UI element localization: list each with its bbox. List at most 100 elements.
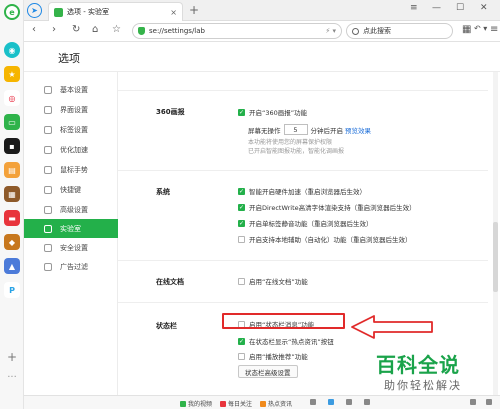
menu-icon[interactable]: ≡ <box>410 3 418 13</box>
option-360-enable[interactable]: ✓ 开启“360画报”功能 <box>238 107 307 117</box>
more-apps-icon[interactable]: ··· <box>4 372 20 383</box>
status-icon-2[interactable] <box>328 399 336 405</box>
status-icon-5[interactable] <box>470 399 478 405</box>
status-icon-1[interactable] <box>310 399 318 405</box>
status-icon <box>310 399 316 405</box>
search-input[interactable]: 点此搜索 <box>346 23 453 39</box>
bookmark-star-icon[interactable]: ☆ <box>112 24 121 35</box>
app-icon-8[interactable]: ◆ <box>4 234 20 250</box>
minimize-button[interactable]: — <box>432 3 441 13</box>
forward-button[interactable]: › <box>52 24 56 35</box>
checkbox-unchecked[interactable] <box>238 235 245 243</box>
nav-item-advanced[interactable]: 高级设置 <box>24 200 118 219</box>
checkbox-checked[interactable]: ✓ <box>238 219 245 227</box>
status-icon-4[interactable] <box>364 399 372 405</box>
nav-item-lab[interactable]: 实验室 <box>24 219 118 238</box>
weibo-icon[interactable]: ◎ <box>4 90 20 106</box>
security-icon <box>44 243 52 252</box>
checkbox-checked[interactable]: ✓ <box>238 337 245 345</box>
scrollbar[interactable] <box>493 72 498 395</box>
url-text: se://settings/lab <box>149 27 205 35</box>
address-bar[interactable]: se://settings/lab ⚡ ▾ <box>132 23 342 39</box>
status-hot-news[interactable]: 热点资讯 <box>260 399 292 408</box>
checkbox-checked[interactable]: ✓ <box>238 108 245 116</box>
app-icon-7[interactable]: ▬ <box>4 210 20 226</box>
close-tab-icon[interactable]: × <box>170 8 177 17</box>
statusbar-advanced-button[interactable]: 状态栏高级设置 <box>238 365 298 378</box>
settings-header: 选项 <box>24 42 500 72</box>
section-title: 360画报 <box>156 108 185 116</box>
status-icon <box>470 399 476 405</box>
nav-item-adfilter[interactable]: 广告过滤 <box>24 257 118 276</box>
option-label: 在状态栏显示“热点资讯”按钮 <box>249 338 334 346</box>
security-shield-icon <box>138 27 145 35</box>
hot-news-icon <box>260 400 266 407</box>
daily-icon <box>220 400 226 407</box>
home-button[interactable]: ⌂ <box>92 24 98 35</box>
status-icon <box>346 399 352 405</box>
refresh-button[interactable]: ↻ <box>72 24 80 35</box>
tab-options-lab[interactable]: 选项 - 实验室 × <box>48 2 183 21</box>
app-icon-1[interactable]: ◉ <box>4 42 20 58</box>
status-icon-3[interactable] <box>346 399 354 405</box>
maximize-button[interactable]: ☐ <box>456 3 464 13</box>
timeout-suffix: 分钟后开启 <box>310 126 344 135</box>
app-icon-6[interactable]: ▦ <box>4 186 20 202</box>
minutes-input[interactable]: 5 <box>283 124 308 135</box>
new-tab-button[interactable]: + <box>189 3 199 17</box>
browser-logo-icon[interactable]: e <box>4 4 20 20</box>
option-directwrite[interactable]: ✓ 开启DirectWrite高清字体渲染支持（重启浏览器后生效） <box>238 202 416 212</box>
add-app-icon[interactable]: + <box>4 350 20 364</box>
checkbox-checked[interactable]: ✓ <box>238 187 245 195</box>
advanced-icon <box>44 205 52 214</box>
checkbox-unchecked[interactable] <box>238 277 245 285</box>
app-icon-4[interactable]: ▪ <box>4 138 20 154</box>
option-label: 启用“在线文档”功能 <box>249 278 308 286</box>
nav-item-basic[interactable]: 基本设置 <box>24 80 118 99</box>
main-menu-icon[interactable]: ≡ <box>490 24 498 35</box>
option-tab-mute[interactable]: ✓ 开启单标签静音功能（重启浏览器后生效） <box>238 218 373 228</box>
option-online-doc[interactable]: 启用“在线文档”功能 <box>238 276 308 286</box>
keyboard-icon <box>44 185 52 194</box>
undo-close-icon[interactable]: ↶ ▾ <box>474 24 487 33</box>
section-360: 360画报 ✓ 开启“360画报”功能 屏幕无操作 5 分钟后开启 预览效果 本功… <box>118 90 488 170</box>
option-hot-news[interactable]: ✓ 在状态栏显示“热点资讯”按钮 <box>238 336 334 346</box>
note-2: 已开启智能图报功能，智能化调画报 <box>248 148 345 155</box>
nav-item-tabs[interactable]: 标签设置 <box>24 120 118 139</box>
option-label: 开启支持本地辅助（自动化）功能（重启浏览器后生效） <box>249 236 412 244</box>
status-daily[interactable]: 每日关注 <box>220 399 252 408</box>
highlight-box <box>222 313 345 329</box>
navigation-icon[interactable]: ➤ <box>27 3 42 18</box>
apps-grid-icon[interactable]: ▦ <box>462 24 471 35</box>
nav-item-security[interactable]: 安全设置 <box>24 238 118 257</box>
option-play-recommend[interactable]: 启用“播放推荐”功能 <box>238 351 308 361</box>
option-label: 开启DirectWrite高清字体渲染支持（重启浏览器后生效） <box>249 204 416 212</box>
option-local-assist[interactable]: 开启支持本地辅助（自动化）功能（重启浏览器后生效） <box>238 234 412 244</box>
option-label: 开启“360画报”功能 <box>249 109 308 117</box>
ad-filter-icon <box>44 262 52 271</box>
app-icon-2[interactable]: ★ <box>4 66 20 82</box>
nav-label: 安全设置 <box>60 243 88 252</box>
nav-label: 快捷键 <box>60 185 81 194</box>
option-hw-accel[interactable]: ✓ 智能开启硬件加速（重启浏览器后生效） <box>238 186 366 196</box>
extension-icon[interactable]: ⚡ ▾ <box>325 27 336 35</box>
close-window-button[interactable]: ✕ <box>480 3 488 13</box>
app-icon-10[interactable]: P <box>4 282 20 298</box>
nav-item-interface[interactable]: 界面设置 <box>24 100 118 119</box>
page-title: 选项 <box>58 52 80 65</box>
checkbox-checked[interactable]: ✓ <box>238 203 245 211</box>
zoom-icon[interactable] <box>486 399 494 405</box>
scrollbar-thumb[interactable] <box>493 222 498 292</box>
back-button[interactable]: ‹ <box>32 24 36 35</box>
checkbox-unchecked[interactable] <box>238 352 245 360</box>
speed-icon <box>44 145 52 154</box>
nav-item-shortcuts[interactable]: 快捷键 <box>24 180 118 199</box>
nav-item-speed[interactable]: 优化加速 <box>24 140 118 159</box>
app-icon-5[interactable]: ▤ <box>4 162 20 178</box>
app-icon-9[interactable]: ▲ <box>4 258 20 274</box>
preview-link[interactable]: 预览效果 <box>345 125 371 135</box>
status-icon <box>328 399 334 405</box>
app-icon-3[interactable]: ▭ <box>4 114 20 130</box>
nav-item-gestures[interactable]: 鼠标手势 <box>24 160 118 179</box>
status-my-video[interactable]: 我的视频 <box>180 399 212 408</box>
